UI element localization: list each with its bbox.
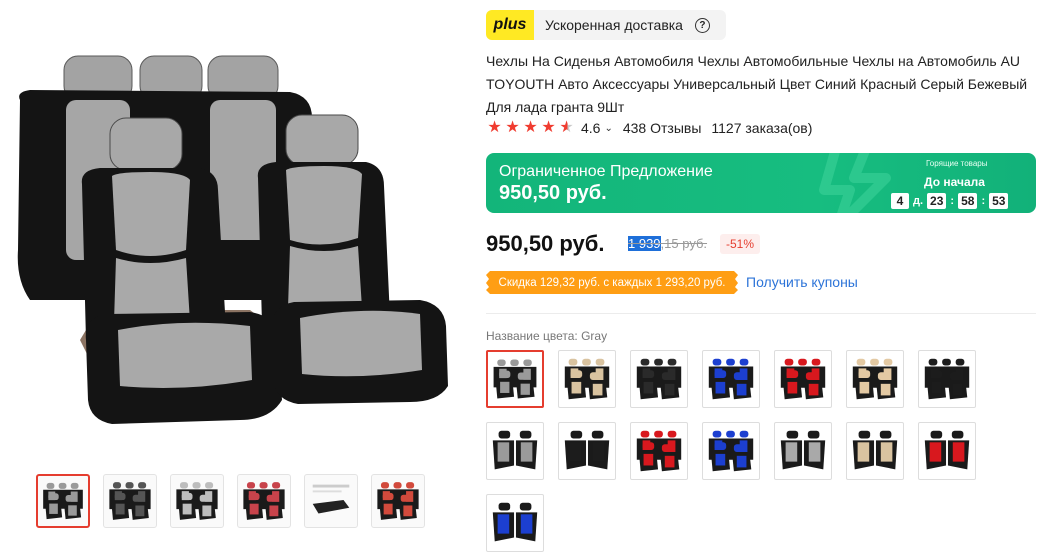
color-swatch[interactable] bbox=[846, 422, 904, 480]
countdown-minutes: 58 bbox=[958, 193, 978, 209]
color-label: Название цвета: Gray bbox=[486, 329, 607, 343]
fast-delivery-label: Ускоренная доставка bbox=[545, 17, 683, 33]
old-price-rest: ,15 руб. bbox=[660, 236, 708, 251]
color-swatch[interactable] bbox=[558, 350, 616, 408]
selected-color-name: Gray bbox=[581, 329, 608, 343]
question-circle-icon[interactable]: ? bbox=[694, 17, 710, 33]
color-swatch[interactable] bbox=[774, 422, 832, 480]
main-product-image[interactable] bbox=[0, 0, 475, 460]
current-price: 950,50 руб. bbox=[486, 231, 605, 256]
plus-delivery-bar[interactable]: plus Ускоренная доставка ? bbox=[486, 10, 726, 40]
countdown-days-unit: д. bbox=[913, 195, 924, 207]
reviews-count[interactable]: 438 Отзывы bbox=[623, 120, 702, 136]
color-swatch[interactable] bbox=[702, 422, 760, 480]
color-swatch[interactable] bbox=[486, 422, 544, 480]
color-swatch[interactable] bbox=[558, 422, 616, 480]
star-icon: ★ bbox=[505, 119, 520, 136]
countdown-title: Горящие товары bbox=[926, 159, 988, 168]
star-icon: ★ bbox=[541, 119, 556, 136]
countdown-subtitle: До начала bbox=[924, 175, 985, 189]
color-swatch[interactable] bbox=[774, 350, 832, 408]
color-swatch[interactable] bbox=[918, 422, 976, 480]
star-icon: ★ bbox=[487, 119, 502, 136]
old-price: 1 939,15 руб. bbox=[628, 236, 707, 251]
color-swatch[interactable] bbox=[918, 350, 976, 408]
car-seat-covers-photo bbox=[17, 55, 448, 424]
chevron-down-icon[interactable]: ⌄ bbox=[604, 123, 612, 134]
star-rating: ★ ★ ★ ★ ★ bbox=[486, 119, 575, 137]
thumbnail-strip bbox=[36, 474, 425, 528]
rating-row: ★ ★ ★ ★ ★ 4.6 ⌄ 438 Отзывы 1127 заказа(о… bbox=[486, 119, 812, 137]
limited-offer-banner: Ограниченное Предложение 950,50 руб. Гор… bbox=[486, 153, 1036, 213]
discount-badge: -51% bbox=[720, 234, 761, 254]
color-swatch[interactable] bbox=[486, 494, 544, 552]
product-title: Чехлы На Сиденья Автомобиля Чехлы Автомо… bbox=[486, 53, 1028, 115]
rating-value[interactable]: 4.6 bbox=[581, 120, 600, 136]
plus-logo: plus bbox=[486, 10, 534, 40]
color-swatches bbox=[486, 350, 1038, 552]
offer-label: Ограниченное Предложение bbox=[499, 163, 713, 180]
coupon-badge: Скидка 129,32 руб. с каждых 1 293,20 руб… bbox=[486, 271, 738, 294]
get-coupons-link[interactable]: Получить купоны bbox=[746, 274, 858, 290]
product-thumbnail[interactable] bbox=[371, 474, 425, 528]
product-thumbnail[interactable] bbox=[237, 474, 291, 528]
color-swatch[interactable] bbox=[486, 350, 544, 408]
orders-count: 1127 заказа(ов) bbox=[711, 120, 813, 136]
divider bbox=[486, 313, 1036, 314]
old-price-selected-text: 1 939 bbox=[628, 236, 661, 251]
color-swatch[interactable] bbox=[630, 422, 688, 480]
color-swatch[interactable] bbox=[630, 350, 688, 408]
countdown-hours: 23 bbox=[927, 193, 947, 209]
countdown-timer: 4 д. 23 : 58 : 53 bbox=[891, 193, 1009, 209]
product-thumbnail[interactable] bbox=[36, 474, 90, 528]
countdown-separator: : bbox=[950, 195, 955, 207]
color-swatch[interactable] bbox=[846, 350, 904, 408]
star-icon: ★ bbox=[523, 119, 538, 136]
countdown-seconds: 53 bbox=[989, 193, 1009, 209]
countdown-separator: : bbox=[981, 195, 986, 207]
color-label-prefix: Название цвета: bbox=[486, 329, 578, 343]
color-swatch[interactable] bbox=[702, 350, 760, 408]
product-thumbnail[interactable] bbox=[304, 474, 358, 528]
product-thumbnail[interactable] bbox=[170, 474, 224, 528]
half-star-icon: ★ bbox=[559, 119, 574, 136]
offer-price: 950,50 руб. bbox=[499, 182, 607, 204]
countdown-days: 4 bbox=[891, 193, 909, 209]
product-thumbnail[interactable] bbox=[103, 474, 157, 528]
